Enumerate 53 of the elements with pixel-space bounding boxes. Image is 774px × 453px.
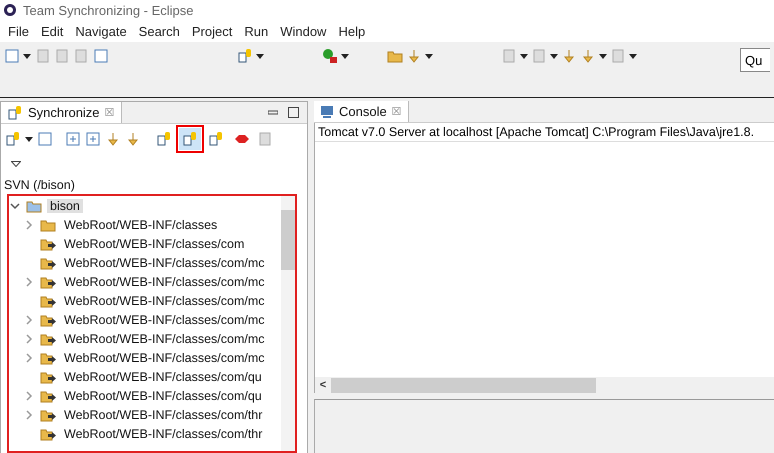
synchronize-icon[interactable] <box>5 131 21 147</box>
tree-item[interactable]: WebRoot/WEB-INF/classes/com/mc <box>61 350 268 364</box>
dropdown-caret-icon[interactable] <box>550 54 558 58</box>
tree-item[interactable]: WebRoot/WEB-INF/classes/com/mc <box>61 312 268 326</box>
quick-access-field[interactable]: Qu <box>740 48 770 72</box>
menu-item[interactable]: File <box>2 24 35 38</box>
dropdown-caret-icon[interactable] <box>341 54 349 58</box>
dropdown-caret-icon[interactable] <box>23 54 31 58</box>
down-arrow-icon[interactable] <box>105 131 121 147</box>
dropdown-caret-icon[interactable] <box>256 54 264 58</box>
dropdown-caret-icon[interactable] <box>520 54 528 58</box>
minimize-icon[interactable] <box>268 108 278 118</box>
menu-item[interactable]: Navigate <box>69 24 133 38</box>
menu-item[interactable]: Edit <box>34 24 70 38</box>
console-tab[interactable]: Console ☒ <box>314 101 409 122</box>
close-icon[interactable]: ☒ <box>104 106 115 119</box>
monitor-icon <box>320 104 334 118</box>
tree-item[interactable]: WebRoot/WEB-INF/classes/com <box>61 236 248 250</box>
tree-item[interactable]: WebRoot/WEB-INF/classes <box>61 218 220 232</box>
scroll-left-button[interactable]: < <box>315 379 331 391</box>
synchronize-icon[interactable] <box>7 104 23 120</box>
tree-item[interactable]: WebRoot/WEB-INF/classes/com/mc <box>61 294 268 308</box>
tree-item[interactable]: WebRoot/WEB-INF/classes/com/mc <box>61 256 268 270</box>
synchronize-tab[interactable]: Synchronize ☒ <box>1 102 122 123</box>
scrollbar-thumb[interactable] <box>331 378 596 392</box>
menu-item[interactable]: Search <box>132 24 186 38</box>
tree-item[interactable]: WebRoot/WEB-INF/classes/com/qu <box>61 370 265 384</box>
synchronize-icon[interactable] <box>237 48 253 64</box>
view-label: SVN (/bison) <box>3 177 76 194</box>
tree-item[interactable]: WebRoot/WEB-INF/classes/com/mc <box>61 332 268 346</box>
console-header: Tomcat v7.0 Server at localhost [Apache Tomcat] C:\Program Files\Java\jre1.8. <box>315 123 774 142</box>
tree-item[interactable]: bison <box>47 198 83 212</box>
view-menu-icon[interactable] <box>11 161 21 167</box>
tree-item[interactable]: WebRoot/WEB-INF/classes/com/qu <box>61 388 265 402</box>
dropdown-caret-icon[interactable] <box>425 54 433 58</box>
menu-item[interactable]: Project <box>186 24 238 38</box>
run-icon[interactable] <box>322 48 338 64</box>
close-icon[interactable]: ☒ <box>392 105 402 118</box>
tree-item[interactable]: WebRoot/WEB-INF/classes/com/thr <box>61 426 266 440</box>
expander-icon[interactable] <box>10 200 20 210</box>
scrollbar[interactable] <box>281 196 295 451</box>
dropdown-caret-icon[interactable] <box>599 54 607 58</box>
menu-item[interactable]: Help <box>332 24 372 38</box>
tree-item[interactable]: WebRoot/WEB-INF/classes/com/thr <box>61 408 266 422</box>
maximize-icon[interactable] <box>288 107 299 118</box>
dropdown-caret-icon[interactable] <box>25 136 33 142</box>
menu-item[interactable]: Window <box>274 24 332 38</box>
menu-item[interactable]: Run <box>238 24 274 38</box>
window-title: Team Synchronizing - Eclipse <box>23 2 194 18</box>
expand-all-icon[interactable] <box>65 131 81 147</box>
dropdown-caret-icon[interactable] <box>629 54 637 58</box>
app-logo-icon <box>3 3 17 17</box>
tree-item[interactable]: WebRoot/WEB-INF/classes/com/mc <box>61 274 268 288</box>
